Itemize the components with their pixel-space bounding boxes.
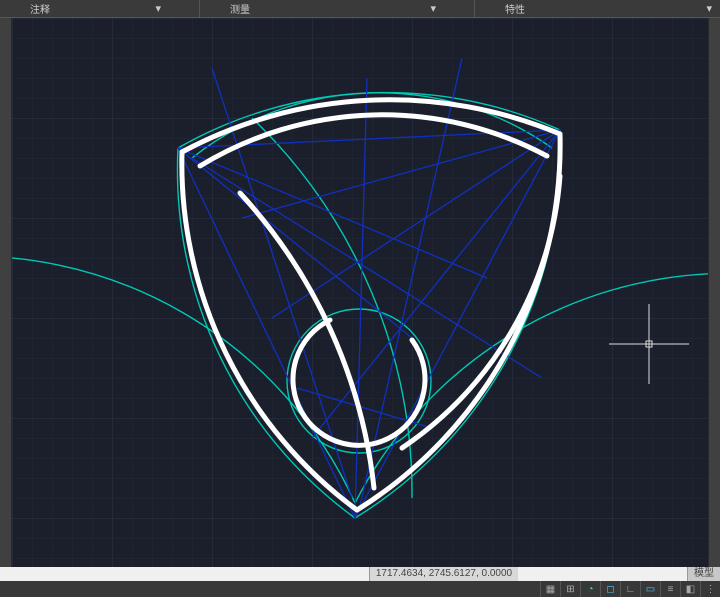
chevron-down-icon[interactable]: ▾ <box>706 2 712 15</box>
status-toggle-grid-icon[interactable]: ▦ <box>540 581 560 597</box>
model-tab[interactable]: 模型 <box>687 567 720 581</box>
chevron-down-icon[interactable]: ▾ <box>155 2 161 15</box>
status-toggle-lineweight-icon[interactable]: ≡ <box>660 581 680 597</box>
ribbon-groups: 注释 ▾ 测量 ▾ 特性 ▾ <box>0 0 720 18</box>
canvas-svg <box>12 18 708 567</box>
status-bar: ▦ ⊞ ◔ ◻ ∟ ▭ ≡ ◧ ⋮ <box>0 581 720 597</box>
status-toggle-transparency-icon[interactable]: ◧ <box>680 581 700 597</box>
ribbon-group-label: 特性 <box>475 1 555 16</box>
ribbon-group-properties: 特性 ▾ <box>475 0 720 17</box>
ribbon-group-label: 注释 <box>0 1 80 16</box>
ribbon-group-measure: 测量 ▾ <box>200 0 475 17</box>
status-toggle-osnap-icon[interactable]: ◻ <box>600 581 620 597</box>
command-input[interactable] <box>0 567 200 581</box>
drawing-canvas[interactable] <box>12 18 708 567</box>
left-panel-collapsed[interactable] <box>0 18 12 567</box>
status-toggle-ortho-icon[interactable]: ∟ <box>620 581 640 597</box>
status-toggle-polar-icon[interactable]: ◔ <box>580 581 600 597</box>
status-toggle-snap-icon[interactable]: ⊞ <box>560 581 580 597</box>
status-toggle-dyn-icon[interactable]: ▭ <box>640 581 660 597</box>
chevron-down-icon[interactable]: ▾ <box>430 2 436 15</box>
coordinate-readout: 1717.4634, 2745.6127, 0.0000 <box>369 567 518 581</box>
ribbon-group-annotate: 注释 ▾ <box>0 0 200 17</box>
command-strip: 1717.4634, 2745.6127, 0.0000 模型 <box>0 567 720 581</box>
right-panel-collapsed[interactable] <box>708 18 720 567</box>
ribbon-group-label: 测量 <box>200 1 280 16</box>
status-menu-icon[interactable]: ⋮ <box>700 581 720 597</box>
